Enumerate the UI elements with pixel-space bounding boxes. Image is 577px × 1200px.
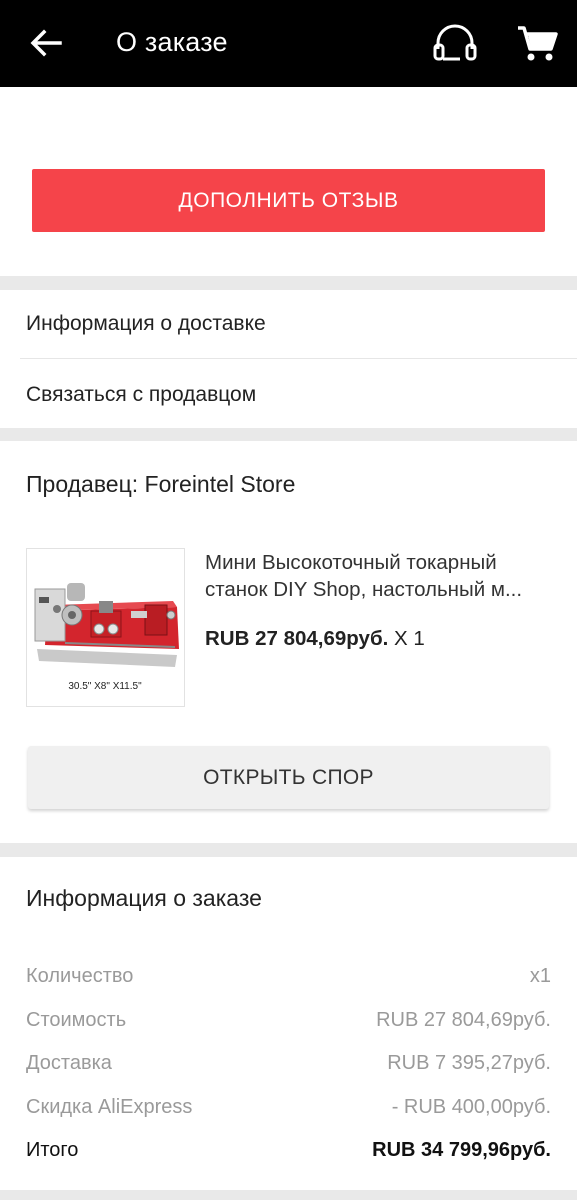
order-row-label: Количество bbox=[26, 965, 134, 987]
cart-icon[interactable] bbox=[515, 23, 559, 63]
product-title-line-1: Мини Высокоточный токарный bbox=[205, 551, 497, 574]
page-title: О заказе bbox=[116, 27, 228, 57]
open-dispute-button[interactable]: ОТКРЫТЬ СПОР bbox=[28, 746, 549, 809]
order-info-section: Информация о заказе Количество x1 Стоимо… bbox=[0, 857, 577, 1190]
order-total-value: RUB 34 799,96руб. bbox=[372, 1139, 551, 1161]
order-row-value: - RUB 400,00руб. bbox=[391, 1096, 551, 1118]
seller-section: Продавец: Foreintel Store 30.5" X8" X11.… bbox=[0, 441, 577, 843]
delivery-info-link[interactable]: Информация о доставке bbox=[20, 290, 577, 359]
order-row-value: x1 bbox=[529, 965, 551, 987]
order-row-quantity: Количество x1 bbox=[26, 965, 551, 988]
product-title-line-2: станок DIY Shop, настольный м... bbox=[205, 578, 523, 601]
product-quantity: X 1 bbox=[394, 627, 425, 650]
order-row-label: Доставка bbox=[26, 1052, 112, 1074]
seller-name[interactable]: Продавец: Foreintel Store bbox=[26, 471, 295, 498]
order-row-value: RUB 7 395,27руб. bbox=[387, 1052, 551, 1074]
lathe-image: 30.5" X8" X11.5" bbox=[27, 549, 184, 706]
headset-support-icon[interactable] bbox=[430, 21, 480, 65]
order-row-label: Стоимость bbox=[26, 1009, 127, 1031]
image-dimensions-caption: 30.5" X8" X11.5" bbox=[68, 681, 142, 692]
order-info-title: Информация о заказе bbox=[26, 885, 262, 911]
product-price-row: RUB 27 804,69руб. X 1 bbox=[205, 627, 425, 651]
order-row-delivery: Доставка RUB 7 395,27руб. bbox=[26, 1052, 551, 1075]
add-review-button[interactable]: ДОПОЛНИТЬ ОТЗЫВ bbox=[32, 169, 545, 232]
product-price: RUB 27 804,69руб. bbox=[205, 627, 389, 650]
order-row-discount: Скидка AliExpress - RUB 400,00руб. bbox=[26, 1096, 551, 1119]
product-title[interactable]: Мини Высокоточный токарный станок DIY Sh… bbox=[205, 549, 555, 603]
order-row-total: Итого RUB 34 799,96руб. bbox=[26, 1139, 551, 1162]
order-links-section: Информация о доставке Связаться с продав… bbox=[0, 290, 577, 428]
contact-seller-link[interactable]: Связаться с продавцом bbox=[20, 360, 577, 429]
back-arrow-icon[interactable] bbox=[26, 23, 66, 63]
order-row-label: Итого bbox=[26, 1139, 79, 1161]
order-row-cost: Стоимость RUB 27 804,69руб. bbox=[26, 1009, 551, 1032]
review-section: ДОПОЛНИТЬ ОТЗЫВ bbox=[0, 87, 577, 276]
product-image[interactable]: 30.5" X8" X11.5" bbox=[26, 548, 185, 707]
top-app-bar: О заказе bbox=[0, 0, 577, 87]
order-row-label: Скидка AliExpress bbox=[26, 1096, 193, 1118]
order-row-value: RUB 27 804,69руб. bbox=[376, 1009, 551, 1031]
